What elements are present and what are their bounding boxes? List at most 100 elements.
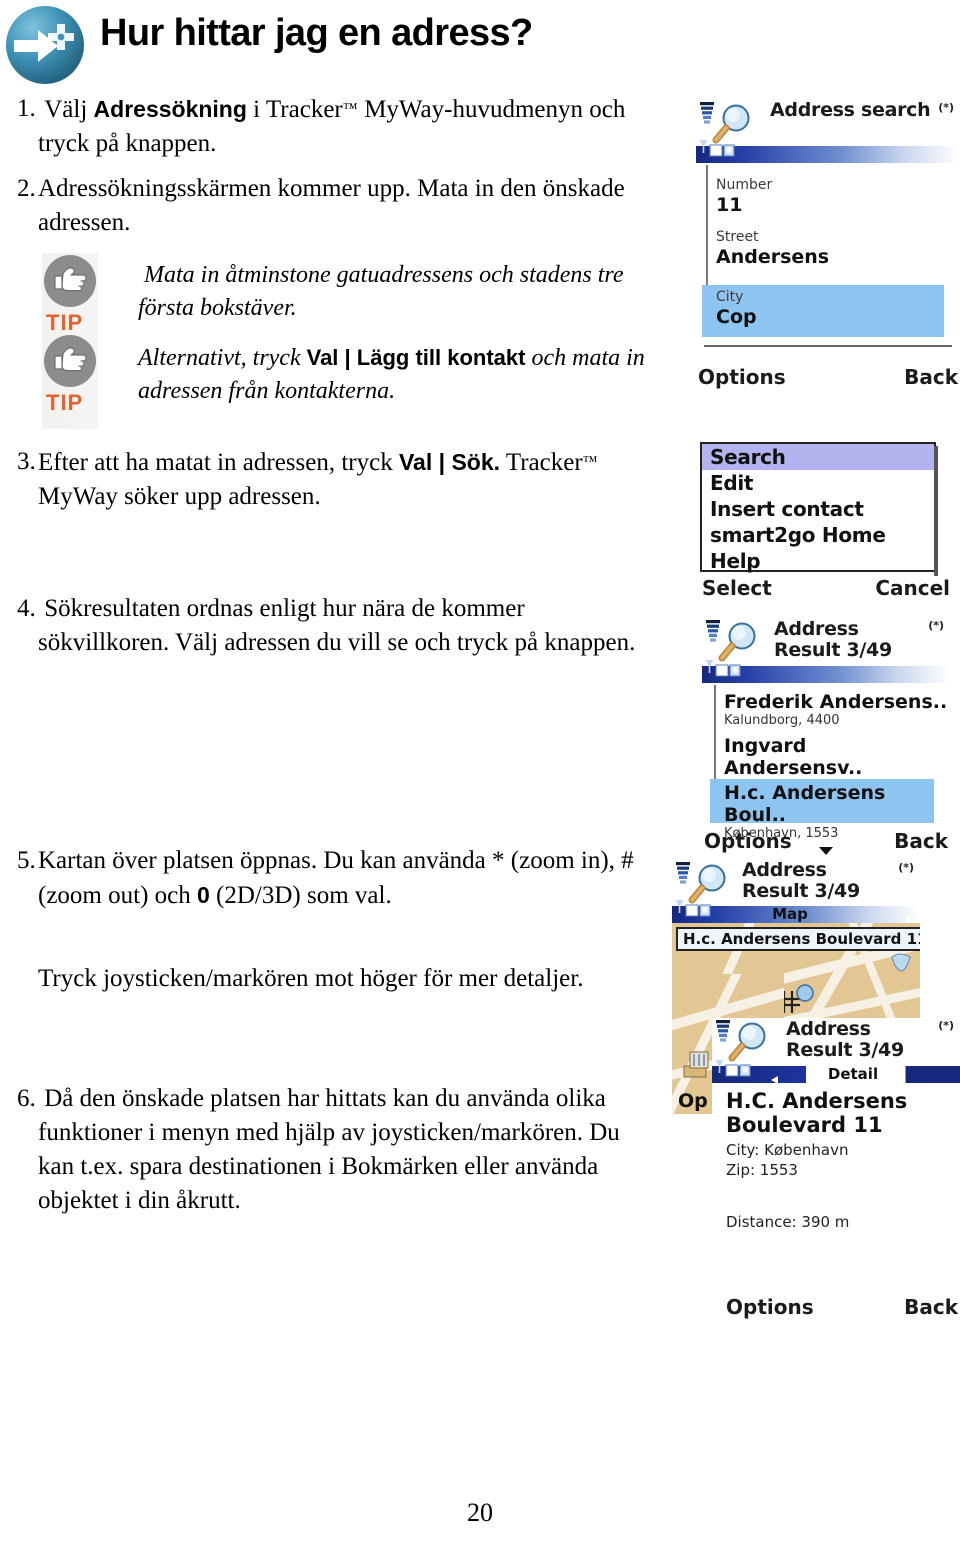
screen-title: Address Result 3/49: [774, 618, 892, 661]
field-city-value: Cop: [716, 306, 757, 328]
tip-text-2: Alternativt, tryck Val | Lägg till konta…: [138, 345, 645, 404]
page-header: Hur hittar jag en adress?: [0, 0, 960, 92]
nav-band: Map: [672, 900, 920, 924]
step-6-text: Då den önskade platsen har hittats kan d…: [38, 1085, 620, 1214]
softkey-bar: Select Cancel: [700, 576, 952, 606]
field-city[interactable]: City Cop: [702, 285, 944, 337]
result-name: H.c. Andersens Boul..: [724, 782, 886, 826]
form-content: Number 11 Street Andersens City Cop: [696, 163, 960, 365]
field-street-label: Street: [716, 229, 759, 245]
tab-map[interactable]: Map: [750, 906, 830, 923]
bluetooth-badge-icon: (*): [938, 1019, 954, 1032]
tip-text-1: Mata in åtminstone gatuadressens och sta…: [138, 262, 624, 321]
step-2: 2. Adressökningsskärmen kommer upp. Mata…: [0, 172, 650, 240]
list-item[interactable]: Frederik Andersens.. Kalundborg, 4400: [724, 691, 947, 728]
step-1: 1. Välj Adressökning i Tracker™ MyWay-hu…: [0, 92, 650, 161]
menu-item-edit[interactable]: Edit: [702, 470, 934, 496]
step-3-number: 3.: [17, 448, 36, 475]
pointing-hand-icon: [44, 335, 96, 387]
screen-title: Address Result 3/49: [786, 1018, 904, 1061]
options-menu: Search Edit Insert contact smart2go Home…: [700, 442, 938, 576]
step-5: 5. Kartan över platsen öppnas. Du kan an…: [0, 844, 650, 913]
screenshot-address-result-detail: Address Result 3/49 (*) Detail H.C. Ande…: [712, 1018, 960, 1319]
antenna-house-icon: [675, 900, 711, 917]
field-street[interactable]: Street Andersens: [716, 229, 829, 268]
tip-label-2: TIP: [46, 390, 84, 415]
softkey-back[interactable]: Back: [904, 365, 958, 389]
menu-item-insert-contact[interactable]: Insert contact: [702, 496, 934, 522]
map-water-icon: [891, 953, 911, 972]
nav-band: Detail: [712, 1060, 960, 1084]
antenna-house-icon: [705, 660, 741, 677]
bluetooth-badge-icon: (*): [898, 861, 914, 874]
content-divider: [704, 345, 952, 347]
softkey-bar: Options Back: [696, 365, 960, 395]
step-4: 4. Sökresultaten ordnas enligt hur nära …: [0, 592, 660, 660]
result-name: Frederik Andersens..: [724, 691, 948, 713]
nav-band: [696, 140, 960, 163]
map-callout: H.c. Andersens Boulevard 11, K: [676, 927, 920, 951]
detail-distance: Distance: 390 m: [726, 1213, 850, 1231]
softkey-bar: Options Back: [712, 1295, 960, 1325]
softkey-select[interactable]: Select: [702, 576, 772, 600]
field-number-label: Number: [716, 177, 773, 193]
step-3-text: Efter att ha matat in adressen, tryck Va…: [38, 449, 598, 510]
joystick-note: Tryck joysticken/markören mot höger för …: [38, 965, 584, 992]
step-5-text: Kartan över platsen öppnas. Du kan använ…: [38, 847, 634, 909]
page-number: 20: [467, 1498, 493, 1527]
antenna-house-icon: [715, 1060, 751, 1077]
dpad-glyph-icon: [48, 24, 74, 50]
tip-label-1: TIP: [46, 310, 84, 335]
softkey-options[interactable]: Options: [704, 829, 792, 853]
list-rule: [714, 685, 716, 781]
results-list: Frederik Andersens.. Kalundborg, 4400 In…: [702, 683, 950, 841]
step-2-text: Adressökningsskärmen kommer upp. Mata in…: [38, 175, 625, 236]
scroll-down-icon[interactable]: [818, 837, 834, 861]
menu-shadow: [934, 446, 938, 576]
pointing-hand-icon: [44, 255, 96, 307]
screenshot-options-menu: Search Edit Insert contact smart2go Home…: [700, 442, 952, 614]
softkey-bar: Options Back: [702, 829, 950, 859]
nav-band: [702, 660, 950, 683]
detail-zip: Zip: 1553: [726, 1161, 798, 1179]
screenshot-address-result-list: Address Result 3/49 (*) Frederik Anderse…: [702, 618, 950, 855]
step-3: 3. Efter att ha matat in adressen, tryck…: [0, 445, 650, 514]
bluetooth-badge-icon: (*): [938, 101, 954, 114]
screen-title: Address search: [770, 99, 931, 121]
step-2-number: 2.: [17, 175, 36, 202]
smart2go-arrow-logo-icon: [6, 6, 84, 84]
softkey-options[interactable]: Options: [698, 365, 786, 389]
menu-item-help[interactable]: Help: [702, 548, 934, 574]
field-city-label: City: [716, 289, 744, 305]
result-sub: Kalundborg, 4400: [724, 713, 840, 728]
softkey-cancel[interactable]: Cancel: [875, 576, 950, 600]
menu-item-smart2go-home[interactable]: smart2go Home: [702, 522, 934, 548]
softkey-back[interactable]: Back: [904, 1295, 958, 1319]
page-title: Hur hittar jag en adress?: [100, 12, 533, 54]
field-street-value: Andersens: [716, 246, 830, 268]
partial-softkey-options[interactable]: Op: [678, 1090, 708, 1112]
softkey-options[interactable]: Options: [726, 1295, 814, 1319]
detail-address-line1: H.C. Andersens: [726, 1089, 908, 1113]
bluetooth-badge-icon: (*): [928, 619, 944, 632]
step-1-text: Välj Adressökning i Tracker™ MyWay-huvud…: [38, 96, 626, 157]
detail-city: City: København: [726, 1141, 849, 1159]
tab-detail[interactable]: Detail: [808, 1066, 898, 1083]
step-4-number: 4.: [17, 595, 36, 622]
map-building-icon: [683, 1051, 709, 1078]
step-1-number: 1.: [17, 95, 36, 122]
step-5-number: 5.: [17, 847, 36, 874]
result-name: Ingvard Andersensv..: [724, 735, 863, 779]
step-6-number: 6.: [17, 1085, 36, 1112]
list-item[interactable]: H.c. Andersens Boul.. København, 1553: [710, 779, 934, 841]
step-4-text: Sökresultaten ordnas enligt hur nära de …: [38, 595, 636, 656]
screenshot-address-search: Address search (*) Number 11 Street Ande…: [696, 100, 960, 390]
detail-address-line2: Boulevard 11: [726, 1113, 883, 1137]
field-number[interactable]: Number 11: [716, 177, 772, 216]
screen-title: Address Result 3/49: [742, 859, 860, 902]
step-6: 6. Då den önskade platsen har hittats ka…: [0, 1082, 660, 1218]
antenna-house-icon: [699, 140, 735, 157]
detail-content: H.C. Andersens Boulevard 11 City: Københ…: [712, 1083, 960, 1295]
softkey-back[interactable]: Back: [894, 829, 948, 853]
menu-item-search[interactable]: Search: [702, 444, 934, 470]
